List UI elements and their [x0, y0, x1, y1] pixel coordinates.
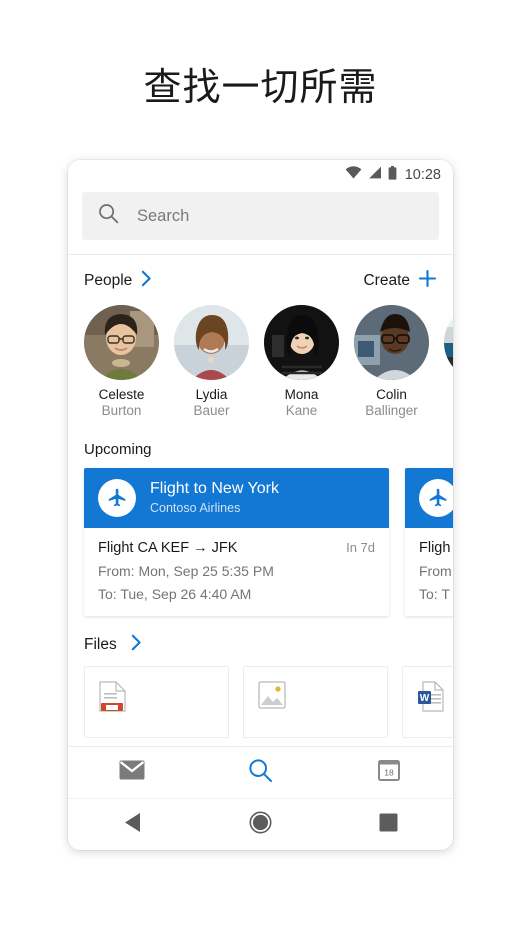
- avatar: [444, 305, 453, 380]
- flight-countdown: In 7d: [346, 539, 375, 555]
- file-card[interactable]: [84, 665, 229, 738]
- system-recents-button[interactable]: [325, 813, 453, 837]
- search-icon: [248, 758, 273, 788]
- person-card[interactable]: Colin Ballinger: [354, 305, 429, 419]
- airplane-icon: [98, 478, 136, 517]
- search-bar-container: Search: [68, 190, 453, 254]
- flight-from: From: Mon, Sep 25 5:35 PM: [98, 562, 274, 579]
- android-system-navigation: [68, 798, 453, 850]
- flight-to: To: Tue, Sep 26 4:40 AM: [98, 585, 252, 602]
- flight-title: Flight to New York: [150, 479, 279, 497]
- chevron-right-icon[interactable]: [131, 634, 142, 656]
- person-last-name: Ballinger: [365, 402, 418, 418]
- flight-route: Fligh: [419, 539, 451, 556]
- status-time: 10:28: [404, 167, 441, 183]
- files-list: W: [68, 665, 453, 738]
- avatar: [174, 305, 249, 380]
- nav-tab-calendar[interactable]: 18: [325, 759, 453, 786]
- flight-airline: Contoso Airlines: [150, 500, 241, 515]
- people-section-header: People Create: [68, 255, 453, 303]
- person-card[interactable]: Celeste Burton: [84, 305, 159, 419]
- avatar: [354, 305, 429, 380]
- airplane-icon: [419, 478, 453, 517]
- flight-card-body: Flight CA KEF → JFK In 7d From: Mon, Sep…: [84, 528, 389, 616]
- phone-mockup: 10:28 Search People Create Celeste Burto…: [68, 160, 453, 850]
- upcoming-cards: Flight to New York Contoso Airlines Flig…: [68, 467, 453, 616]
- recents-square-icon: [379, 813, 398, 837]
- person-last-name: Kane: [285, 402, 318, 418]
- powerpoint-file-icon: [99, 681, 126, 716]
- bottom-navigation: 18: [68, 746, 453, 798]
- flight-route-row: Fligh: [419, 540, 453, 556]
- person-first-name: Colin: [376, 387, 407, 402]
- create-label: Create: [363, 272, 410, 289]
- status-bar: 10:28: [68, 160, 453, 190]
- files-section-title: Files: [84, 635, 117, 653]
- person-card[interactable]: Lydia Bauer: [174, 305, 249, 419]
- nav-tab-search[interactable]: [196, 758, 324, 788]
- flight-to: To: T: [419, 585, 450, 602]
- page-title: 查找一切所需: [143, 65, 378, 109]
- person-last-name: Burton: [101, 402, 142, 418]
- person-card[interactable]: Mona Kane: [264, 305, 339, 419]
- search-placeholder: Search: [137, 206, 190, 225]
- people-list: Celeste Burton Lydia Bauer Mona Kane Col…: [68, 303, 453, 425]
- flight-card-header: Flight to New York Contoso Airlines: [84, 467, 389, 528]
- battery-icon: [388, 165, 397, 185]
- search-input[interactable]: Search: [82, 192, 439, 240]
- person-last-name: Bauer: [193, 402, 230, 418]
- flight-from: From: [419, 562, 452, 579]
- flight-card-header-text: Flight to New York Contoso Airlines: [150, 479, 279, 517]
- word-file-icon: W: [417, 681, 444, 716]
- image-file-icon: [258, 681, 286, 713]
- nav-tab-mail[interactable]: [68, 760, 196, 785]
- people-section-title: People: [84, 272, 133, 289]
- flight-card[interactable]: Flight Contoso Fligh From To: T: [405, 467, 453, 616]
- flight-card[interactable]: Flight to New York Contoso Airlines Flig…: [84, 467, 389, 616]
- calendar-day: 18: [384, 768, 394, 778]
- calendar-icon: 18: [377, 759, 400, 786]
- upcoming-section-title: Upcoming: [84, 440, 152, 458]
- cell-signal-icon: [368, 166, 382, 184]
- flight-route: Flight CA KEF → JFK: [98, 539, 238, 556]
- home-circle-icon: [249, 811, 272, 839]
- person-first-name: F: [444, 387, 453, 403]
- person-first-name: Celeste: [98, 387, 145, 402]
- system-home-button[interactable]: [196, 811, 324, 839]
- flight-card-header: Flight Contoso: [405, 467, 453, 528]
- person-card[interactable]: F: [444, 305, 453, 419]
- files-section-header: Files: [68, 616, 453, 664]
- back-triangle-icon: [123, 812, 142, 838]
- avatar: [84, 305, 159, 380]
- file-card[interactable]: [243, 665, 388, 738]
- chevron-right-icon[interactable]: [141, 270, 152, 292]
- flight-card-body: Fligh From To: T: [405, 528, 453, 616]
- search-icon: [98, 203, 119, 229]
- person-first-name: Lydia: [195, 387, 228, 402]
- system-back-button[interactable]: [68, 812, 196, 838]
- plus-icon[interactable]: [418, 269, 437, 293]
- wifi-icon: [345, 166, 362, 184]
- avatar: [264, 305, 339, 380]
- flight-route-row: Flight CA KEF → JFK In 7d: [98, 540, 375, 556]
- file-card[interactable]: W: [402, 665, 453, 738]
- svg-text:W: W: [420, 693, 430, 704]
- mail-icon: [119, 760, 145, 785]
- person-first-name: Mona: [284, 387, 319, 402]
